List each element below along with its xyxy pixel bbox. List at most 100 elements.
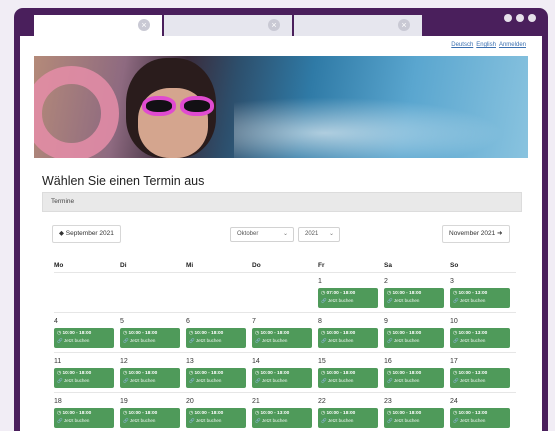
slot-book-label: 🔗 Jetzt buchen bbox=[387, 378, 420, 383]
book-slot-button[interactable]: ◷ 10:00 - 18:00 🔗 Jetzt buchen bbox=[384, 368, 444, 388]
slot-time: ◷ 10:00 - 18:00 bbox=[321, 331, 356, 336]
slot-time: ◷ 10:00 - 18:00 bbox=[57, 371, 92, 376]
book-slot-button[interactable]: ◷ 10:00 - 18:00 🔗 Jetzt buchen bbox=[120, 328, 180, 348]
book-slot-button[interactable]: ◷ 10:00 - 18:00 🔗 Jetzt buchen bbox=[186, 328, 246, 348]
slot-book-label: 🔗 Jetzt buchen bbox=[255, 378, 288, 383]
login-link[interactable]: Anmelden bbox=[499, 42, 526, 48]
book-slot-button[interactable]: ◷ 10:00 - 18:00 🔗 Jetzt buchen bbox=[252, 328, 312, 348]
calendar-week-row: 4 ◷ 10:00 - 18:00 🔗 Jetzt buchen 5 ◷ 10:00 -… bbox=[54, 312, 516, 352]
calendar-day-cell: 6 ◷ 10:00 - 18:00 🔗 Jetzt buchen bbox=[186, 317, 248, 351]
next-month-button[interactable]: November 2021 ➜ bbox=[442, 225, 510, 243]
book-slot-button[interactable]: ◷ 07:00 - 18:00 🔗 Jetzt buchen bbox=[318, 288, 378, 308]
book-slot-button[interactable]: ◷ 10:00 - 18:00 🔗 Jetzt buchen bbox=[54, 328, 114, 348]
language-menu: Deutsch English Anmelden bbox=[451, 42, 526, 48]
calendar-day-cell: 21 ◷ 10:00 - 13:00 🔗 Jetzt buchen bbox=[252, 397, 314, 431]
book-slot-button[interactable]: ◷ 10:00 - 18:00 🔗 Jetzt buchen bbox=[384, 408, 444, 428]
day-number: 7 bbox=[252, 318, 256, 325]
book-slot-button[interactable]: ◷ 10:00 - 18:00 🔗 Jetzt buchen bbox=[318, 328, 378, 348]
calendar-day-cell: 18 ◷ 10:00 - 18:00 🔗 Jetzt buchen bbox=[54, 397, 116, 431]
calendar-day-cell: 11 ◷ 10:00 - 18:00 🔗 Jetzt buchen bbox=[54, 357, 116, 391]
weekday-header: Mo Di Mi Do Fr Sa So bbox=[54, 262, 516, 272]
lang-de-link[interactable]: Deutsch bbox=[451, 42, 473, 48]
close-icon[interactable]: × bbox=[268, 19, 280, 31]
slot-time: ◷ 10:00 - 18:00 bbox=[321, 411, 356, 416]
slot-time: ◷ 10:00 - 18:00 bbox=[189, 371, 224, 376]
slot-time: ◷ 10:00 - 18:00 bbox=[123, 371, 158, 376]
slot-time: ◷ 07:00 - 18:00 bbox=[321, 291, 356, 296]
slot-book-label: 🔗 Jetzt buchen bbox=[123, 338, 156, 343]
book-slot-button[interactable]: ◷ 10:00 - 18:00 🔗 Jetzt buchen bbox=[318, 408, 378, 428]
book-slot-button[interactable]: ◷ 10:00 - 13:00 🔗 Jetzt buchen bbox=[450, 368, 510, 388]
slot-book-label: 🔗 Jetzt buchen bbox=[387, 338, 420, 343]
calendar-week-row: 1 ◷ 07:00 - 18:00 🔗 Jetzt buchen 2 ◷ 10:00 -… bbox=[54, 272, 516, 312]
calendar-day-cell: 23 ◷ 10:00 - 18:00 🔗 Jetzt buchen bbox=[384, 397, 446, 431]
slot-book-label: 🔗 Jetzt buchen bbox=[321, 338, 354, 343]
book-slot-button[interactable]: ◷ 10:00 - 13:00 🔗 Jetzt buchen bbox=[450, 408, 510, 428]
weekday-label: So bbox=[450, 262, 459, 269]
close-icon[interactable]: × bbox=[398, 19, 410, 31]
weekday-label: Do bbox=[252, 262, 261, 269]
calendar-day-cell: 9 ◷ 10:00 - 18:00 🔗 Jetzt buchen bbox=[384, 317, 446, 351]
sunglasses-right-shape bbox=[180, 96, 214, 116]
window-dot-icon[interactable] bbox=[516, 14, 524, 22]
browser-tab-3[interactable]: × bbox=[294, 15, 422, 36]
book-slot-button[interactable]: ◷ 10:00 - 18:00 🔗 Jetzt buchen bbox=[54, 368, 114, 388]
swim-ring-shape bbox=[34, 66, 119, 158]
slot-time: ◷ 10:00 - 13:00 bbox=[453, 331, 488, 336]
book-slot-button[interactable]: ◷ 10:00 - 18:00 🔗 Jetzt buchen bbox=[252, 368, 312, 388]
day-number: 22 bbox=[318, 398, 326, 405]
book-slot-button[interactable]: ◷ 10:00 - 18:00 🔗 Jetzt buchen bbox=[54, 408, 114, 428]
year-select[interactable]: 2021 ⌄ bbox=[298, 227, 340, 242]
book-slot-button[interactable]: ◷ 10:00 - 18:00 🔗 Jetzt buchen bbox=[318, 368, 378, 388]
slot-time: ◷ 10:00 - 18:00 bbox=[189, 331, 224, 336]
slot-book-label: 🔗 Jetzt buchen bbox=[189, 338, 222, 343]
day-number: 10 bbox=[450, 318, 458, 325]
slot-time: ◷ 10:00 - 18:00 bbox=[255, 331, 290, 336]
slot-time: ◷ 10:00 - 18:00 bbox=[189, 411, 224, 416]
slot-book-label: 🔗 Jetzt buchen bbox=[57, 338, 90, 343]
window-dot-icon[interactable] bbox=[504, 14, 512, 22]
book-slot-button[interactable]: ◷ 10:00 - 18:00 🔗 Jetzt buchen bbox=[384, 288, 444, 308]
slot-book-label: 🔗 Jetzt buchen bbox=[189, 378, 222, 383]
slot-book-label: 🔗 Jetzt buchen bbox=[387, 418, 420, 423]
browser-tab-1[interactable]: × bbox=[34, 15, 162, 36]
page-viewport: Deutsch English Anmelden Wählen Sie eine… bbox=[20, 36, 542, 431]
day-number: 13 bbox=[186, 358, 194, 365]
book-slot-button[interactable]: ◷ 10:00 - 18:00 🔗 Jetzt buchen bbox=[186, 368, 246, 388]
book-slot-button[interactable]: ◷ 10:00 - 13:00 🔗 Jetzt buchen bbox=[450, 288, 510, 308]
slot-book-label: 🔗 Jetzt buchen bbox=[453, 338, 486, 343]
book-slot-button[interactable]: ◷ 10:00 - 13:00 🔗 Jetzt buchen bbox=[450, 328, 510, 348]
calendar-day-cell: 2 ◷ 10:00 - 18:00 🔗 Jetzt buchen bbox=[384, 277, 446, 311]
book-slot-button[interactable]: ◷ 10:00 - 18:00 🔗 Jetzt buchen bbox=[120, 408, 180, 428]
slot-book-label: 🔗 Jetzt buchen bbox=[453, 378, 486, 383]
day-number bbox=[120, 277, 182, 287]
book-slot-button[interactable]: ◷ 10:00 - 18:00 🔗 Jetzt buchen bbox=[384, 328, 444, 348]
browser-tab-2[interactable]: × bbox=[164, 15, 292, 36]
book-slot-button[interactable]: ◷ 10:00 - 18:00 🔗 Jetzt buchen bbox=[120, 368, 180, 388]
hero-banner-image bbox=[34, 56, 528, 158]
window-dot-icon[interactable] bbox=[528, 14, 536, 22]
slot-book-label: 🔗 Jetzt buchen bbox=[453, 298, 486, 303]
calendar-day-cell: 20 ◷ 10:00 - 18:00 🔗 Jetzt buchen bbox=[186, 397, 248, 431]
book-slot-button[interactable]: ◷ 10:00 - 18:00 🔗 Jetzt buchen bbox=[186, 408, 246, 428]
slot-time: ◷ 10:00 - 18:00 bbox=[57, 331, 92, 336]
day-number: 1 bbox=[318, 278, 322, 285]
calendar-day-cell bbox=[186, 277, 248, 311]
prev-month-button[interactable]: ◆ September 2021 bbox=[52, 225, 121, 243]
slot-book-label: 🔗 Jetzt buchen bbox=[57, 378, 90, 383]
calendar-day-cell: 10 ◷ 10:00 - 13:00 🔗 Jetzt buchen bbox=[450, 317, 512, 351]
day-number: 24 bbox=[450, 398, 458, 405]
slot-book-label: 🔗 Jetzt buchen bbox=[321, 418, 354, 423]
slot-time: ◷ 10:00 - 18:00 bbox=[387, 371, 422, 376]
month-select[interactable]: Oktober ⌄ bbox=[230, 227, 294, 242]
day-number: 9 bbox=[384, 318, 388, 325]
day-number: 2 bbox=[384, 278, 388, 285]
book-slot-button[interactable]: ◷ 10:00 - 13:00 🔗 Jetzt buchen bbox=[252, 408, 312, 428]
calendar-day-cell: 8 ◷ 10:00 - 18:00 🔗 Jetzt buchen bbox=[318, 317, 380, 351]
close-icon[interactable]: × bbox=[138, 19, 150, 31]
day-number: 17 bbox=[450, 358, 458, 365]
water-splash-shape bbox=[234, 91, 528, 158]
day-number bbox=[186, 277, 248, 287]
calendar-day-cell: 13 ◷ 10:00 - 18:00 🔗 Jetzt buchen bbox=[186, 357, 248, 391]
lang-en-link[interactable]: English bbox=[476, 42, 496, 48]
